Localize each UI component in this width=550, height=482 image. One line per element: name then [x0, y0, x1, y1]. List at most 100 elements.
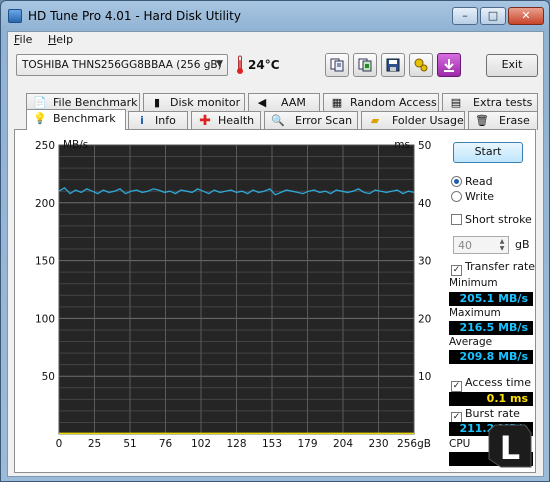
benchmark-icon: 💡: [33, 112, 47, 125]
short-stroke-check: [451, 214, 462, 225]
random-access-icon: ▦: [331, 96, 343, 109]
window-title: HD Tune Pro 4.01 - Hard Disk Utility: [28, 9, 241, 23]
tab-info[interactable]: i Info: [128, 111, 188, 130]
transfer-rate-checkbox[interactable]: ✓ Transfer rate: [451, 260, 535, 276]
drive-select[interactable]: TOSHIBA THNS256GG8BBAA (256 gB) ▼: [16, 54, 228, 76]
right-unit-label: ms: [394, 139, 410, 151]
drive-select-value: TOSHIBA THNS256GG8BBAA (256 gB): [22, 59, 222, 71]
x-tick-label: 51: [123, 438, 136, 450]
maximize-button[interactable]: □: [480, 7, 506, 25]
x-tick-label: 76: [159, 438, 173, 450]
tab-label: Folder Usage: [392, 114, 464, 127]
folder-icon: ▰: [370, 114, 380, 127]
x-tick-label: 230: [368, 438, 388, 450]
health-icon: ✚: [199, 113, 211, 129]
copy-text-icon: [330, 58, 344, 72]
close-button[interactable]: ✕: [508, 7, 544, 25]
radio-read-indicator: [451, 176, 462, 187]
access-time-label: Access time: [465, 376, 532, 389]
download-icon: [444, 59, 454, 72]
disk-monitor-icon: ▮: [153, 96, 161, 109]
tab-health[interactable]: ✚ Health: [191, 111, 261, 130]
copy-screenshot-button[interactable]: [353, 53, 377, 77]
save-button[interactable]: [381, 53, 405, 77]
menu-file-rest: ile: [19, 33, 33, 46]
y-right-tick-label: 40: [418, 198, 431, 210]
tab-label: Info: [155, 114, 176, 127]
menu-file[interactable]: File: [14, 33, 32, 46]
short-stroke-value: 40: [458, 239, 472, 252]
extra-tests-icon: ▤: [450, 96, 462, 109]
write-radio[interactable]: Write: [451, 190, 494, 203]
minimize-button[interactable]: –: [452, 7, 478, 25]
menu-help-rest: elp: [56, 33, 74, 46]
tab-label: Health: [218, 114, 255, 127]
x-tick-label: 25: [88, 438, 101, 450]
x-tick-label: 153: [262, 438, 282, 450]
read-radio[interactable]: Read: [451, 175, 493, 188]
tab-disk-monitor[interactable]: ▮ Disk monitor: [143, 93, 245, 112]
tab-erase[interactable]: 🗑 Erase: [468, 111, 538, 130]
start-button[interactable]: Start: [453, 142, 523, 163]
tab-label: Extra tests: [473, 96, 533, 109]
y-left-tick-label: 250: [35, 140, 55, 152]
options-icon: [414, 58, 428, 72]
access-time-checkbox[interactable]: ✓ Access time: [451, 376, 531, 392]
file-benchmark-icon: 📄: [33, 96, 47, 109]
tab-error-scan[interactable]: 🔍 Error Scan: [264, 111, 358, 130]
average-value: 209.8 MB/s: [449, 350, 533, 364]
tab-folder-usage[interactable]: ▰ Folder Usage: [361, 111, 465, 130]
tab-label: Benchmark: [53, 112, 116, 125]
copy-text-button[interactable]: [325, 53, 349, 77]
tab-label: File Benchmark: [53, 96, 138, 109]
download-button[interactable]: [437, 53, 461, 77]
watermark-logo: L: [488, 424, 532, 468]
tab-extra-tests[interactable]: ▤ Extra tests: [442, 93, 538, 112]
access-time-check: ✓: [451, 381, 462, 392]
client-area: File Help TOSHIBA THNS256GG8BBAA (256 gB…: [7, 31, 544, 477]
burst-rate-label: Burst rate: [465, 407, 520, 420]
menu-help[interactable]: Help: [48, 33, 73, 46]
title-bar[interactable]: HD Tune Pro 4.01 - Hard Disk Utility – □…: [1, 1, 549, 31]
short-stroke-unit: gB: [515, 238, 530, 251]
tab-label: Random Access: [350, 96, 437, 109]
short-stroke-checkbox[interactable]: Short stroke: [451, 213, 532, 226]
read-label: Read: [465, 175, 493, 188]
info-icon: i: [140, 114, 144, 127]
toolbar: TOSHIBA THNS256GG8BBAA (256 gB) ▼ 24°C E…: [8, 50, 543, 92]
chevron-down-icon: ▼: [216, 59, 223, 69]
temperature-readout: 24°C: [248, 58, 280, 72]
short-stroke-input[interactable]: 40 ▲ ▼: [453, 236, 509, 254]
transfer-rate-chart: 0 25 51 76 102 128 153 179 204 230 256gB 250 200 150 1…: [35, 139, 431, 450]
menu-bar: File Help: [8, 32, 543, 49]
app-window: HD Tune Pro 4.01 - Hard Disk Utility – □…: [0, 0, 550, 482]
x-tick-label: 179: [297, 438, 317, 450]
exit-button[interactable]: Exit: [486, 54, 538, 77]
copy-screenshot-icon: [358, 58, 372, 72]
average-label: Average: [449, 336, 493, 348]
tab-benchmark[interactable]: 💡 Benchmark: [26, 109, 126, 130]
y-right-tick-label: 50: [418, 140, 431, 152]
y-left-tick-label: 100: [35, 313, 55, 325]
x-tick-label: 0: [56, 438, 63, 450]
options-button[interactable]: [409, 53, 433, 77]
radio-write-indicator: [451, 191, 462, 202]
speaker-icon: ◀: [257, 96, 267, 109]
short-stroke-label: Short stroke: [465, 213, 532, 226]
save-icon: [386, 58, 400, 72]
y-right-tick-label: 30: [418, 256, 431, 268]
tab-label: AAM: [281, 96, 306, 109]
x-tick-label: 256gB: [397, 438, 431, 450]
tab-random-access[interactable]: ▦ Random Access: [323, 93, 439, 112]
y-left-tick-label: 50: [42, 371, 55, 383]
maximum-value: 216.5 MB/s: [449, 321, 533, 335]
benchmark-panel: 0 25 51 76 102 128 153 179 204 230 256gB 250 200 150 1…: [14, 129, 536, 473]
spin-arrows-icon[interactable]: ▲ ▼: [497, 238, 507, 252]
x-tick-label: 204: [333, 438, 353, 450]
y-left-tick-label: 200: [35, 198, 55, 210]
erase-icon: 🗑: [475, 114, 489, 127]
tab-aam[interactable]: ◀ AAM: [248, 93, 320, 112]
y-left-tick-label: 150: [35, 256, 55, 268]
minimum-label: Minimum: [449, 277, 498, 289]
transfer-rate-check: ✓: [451, 265, 462, 276]
